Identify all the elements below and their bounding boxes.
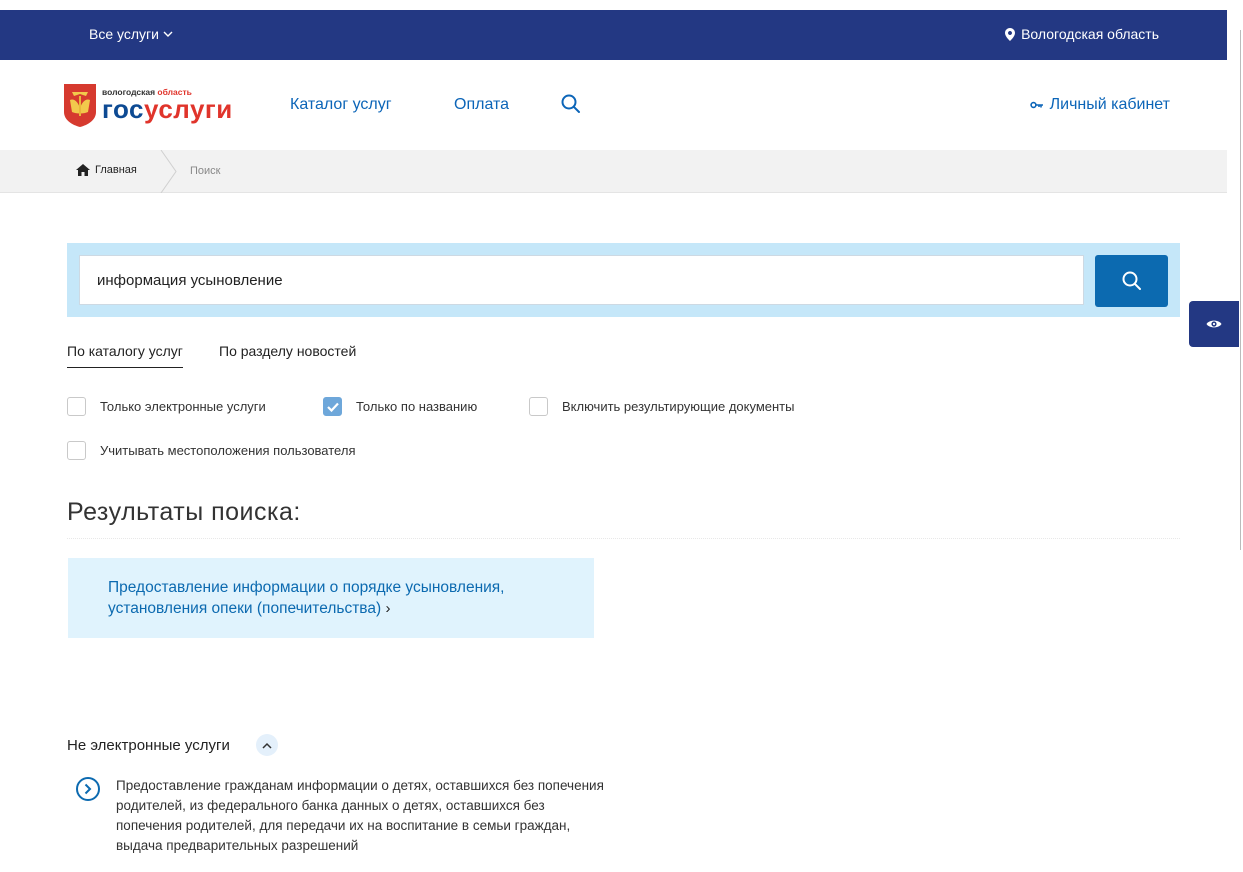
breadcrumb-current: Поиск [190,165,221,177]
gosuslugi-logo[interactable]: вологодская область госуслуги [62,82,233,128]
chevron-right-circle-icon[interactable] [76,777,100,801]
divider [67,538,1180,539]
tab-news[interactable]: По разделу новостей [219,343,356,367]
tab-catalog[interactable]: По каталогу услуг [67,343,183,368]
checkbox[interactable] [67,441,86,460]
non-electronic-section-header: Не электронные услуги [67,734,278,756]
search-button[interactable] [1095,255,1168,307]
accessibility-widget[interactable] [1189,301,1239,347]
region-emblem-icon [64,84,96,127]
chevron-up-icon [262,742,272,749]
search-panel [67,243,1180,317]
filter-user-location[interactable]: Учитывать местоположения пользователя [67,441,355,460]
result-card[interactable]: Предоставление информации о порядке усын… [68,558,594,638]
filter-electronic-only[interactable]: Только электронные услуги [67,397,266,416]
filter-by-name-only[interactable]: Только по названию [323,397,477,416]
all-services-menu[interactable]: Все услуги [89,26,173,42]
breadcrumb-home-label: Главная [95,164,137,176]
cabinet-label: Личный кабинет [1049,96,1170,113]
list-item-text[interactable]: Предоставление гражданам информации о де… [116,776,612,856]
checkbox[interactable] [67,397,86,416]
breadcrumb-separator-icon [160,150,177,193]
non-electronic-heading: Не электронные услуги [67,736,230,754]
result-link-line1: Предоставление информации о порядке усын… [108,579,505,596]
list-item[interactable]: Предоставление гражданам информации о де… [76,776,612,856]
checkmark-icon [326,402,339,412]
scrollbar[interactable] [1240,30,1241,550]
filter-label: Только электронные услуги [100,399,266,414]
results-title: Результаты поиска: [67,498,301,526]
header: вологодская область госуслуги Каталог ус… [0,60,1227,150]
eye-icon [1206,320,1222,328]
checkbox-checked[interactable] [323,397,342,416]
checkbox[interactable] [529,397,548,416]
result-link-line2: установления опеки (попечительства) [108,600,382,617]
personal-cabinet-link[interactable]: Личный кабинет [1029,96,1170,114]
region-label: Вологодская область [1021,26,1159,42]
filter-label: Только по названию [356,399,478,414]
all-services-label: Все услуги [89,26,159,42]
region-selector[interactable]: Вологодская область [1005,26,1159,42]
chevron-right-icon: › [385,600,391,617]
logo-brand-part1: гос [102,94,144,124]
filter-label: Включить результирующие документы [562,399,795,414]
nav-payment-link[interactable]: Оплата [454,96,509,114]
filter-result-documents[interactable]: Включить результирующие документы [529,397,794,416]
search-icon [1122,271,1141,290]
search-icon[interactable] [560,93,582,115]
key-icon [1029,101,1043,109]
nav-catalog-link[interactable]: Каталог услуг [290,96,392,114]
breadcrumb: Главная Поиск [0,150,1227,193]
chevron-down-icon [163,31,173,37]
search-input[interactable] [79,255,1084,305]
breadcrumb-home[interactable]: Главная [76,164,137,176]
logo-brand-part2: услуги [144,94,233,124]
top-bar: Все услуги Вологодская область [0,10,1227,60]
home-icon [76,164,90,176]
location-pin-icon [1005,27,1016,41]
result-link[interactable]: Предоставление информации о порядке усын… [108,577,574,619]
filter-label: Учитывать местоположения пользователя [100,443,356,458]
collapse-toggle[interactable] [255,734,278,756]
